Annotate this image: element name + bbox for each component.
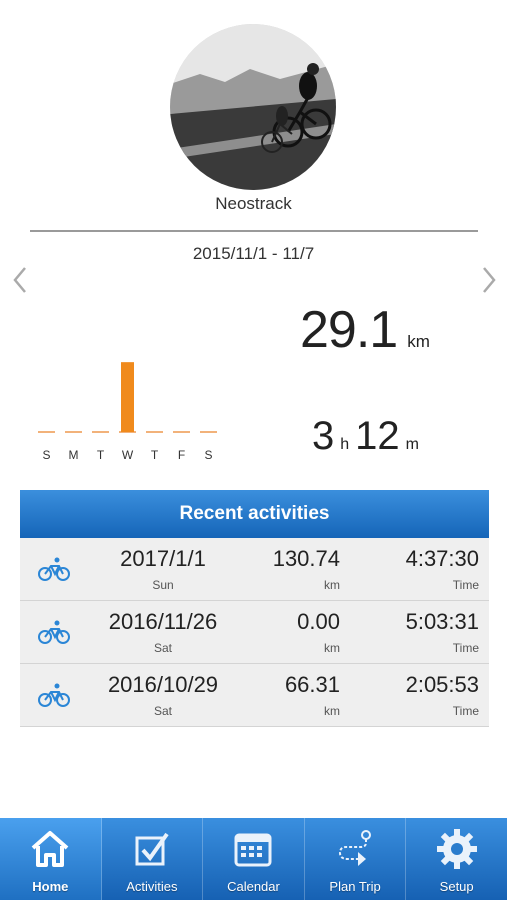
week-range: 2015/11/1 - 11/7 <box>192 244 315 263</box>
route-icon <box>339 830 372 866</box>
distance-value: 29.1 <box>300 301 398 359</box>
chart-day-label: S <box>204 448 212 462</box>
tab-plan-trip[interactable]: Plan Trip <box>305 818 407 900</box>
activity-time-label: Time <box>452 641 479 655</box>
activity-distance-label: km <box>324 704 340 718</box>
checkbox-icon <box>135 832 169 866</box>
activity-distance: 66.31 <box>284 672 340 697</box>
activity-time-label: Time <box>452 578 479 592</box>
activity-date: 2016/11/26 <box>108 609 218 634</box>
activity-row[interactable]: 2016/11/26 Sat 0.00 km 5:03:31 Time <box>20 601 489 664</box>
activity-day: Sat <box>153 641 172 655</box>
tab-calendar[interactable]: Calendar <box>203 818 305 900</box>
recent-activities: Recent activities 2017/1/1 Sun 130.74 km 4:3… <box>20 490 489 727</box>
activity-distance: 130.74 <box>272 546 340 571</box>
activity-time: 2:05:53 <box>405 672 479 697</box>
minutes-unit: m <box>405 436 419 453</box>
chart-day-label: M <box>69 448 79 462</box>
gear-icon <box>436 829 477 869</box>
previous-week-arrow-icon[interactable] <box>8 262 32 298</box>
chart-day-label: T <box>151 448 159 462</box>
weekly-time: 3 h 12 m <box>312 414 425 459</box>
bike-icon <box>37 682 71 708</box>
distance-unit: km <box>407 332 430 351</box>
hours-unit: h <box>340 436 350 453</box>
home-icon <box>31 831 69 867</box>
tab-activities[interactable]: Activities <box>102 818 204 900</box>
activity-row[interactable]: 2017/1/1 Sun 130.74 km 4:37:30 Time <box>20 538 489 601</box>
tab-calendar-label: Calendar <box>227 879 280 894</box>
activity-time: 4:37:30 <box>405 546 479 571</box>
profile-avatar[interactable] <box>170 24 336 190</box>
tab-home-label: Home <box>32 879 69 894</box>
activity-time: 5:03:31 <box>405 609 479 634</box>
tab-bar: Home Activities Calendar Plan Trip Setup <box>0 818 507 900</box>
chart-day-label: T <box>97 448 105 462</box>
tab-plan-trip-label: Plan Trip <box>329 879 381 894</box>
chart-day-label: S <box>42 448 50 462</box>
weekly-distance: 29.1 km <box>300 300 430 360</box>
activity-date: 2016/10/29 <box>107 672 219 697</box>
activity-time-label: Time <box>452 704 479 718</box>
tab-activities-label: Activities <box>126 879 178 894</box>
tab-home[interactable]: Home <box>0 818 102 900</box>
activity-distance-label: km <box>324 578 340 592</box>
weekly-distance-chart: SMTWTFS <box>38 362 217 462</box>
bike-icon <box>37 556 71 582</box>
hours-value: 3 <box>312 414 335 458</box>
activity-day: Sun <box>152 578 174 592</box>
recent-activities-header: Recent activities <box>20 490 489 538</box>
activity-row[interactable]: 2016/10/29 Sat 66.31 km 2:05:53 Time <box>20 664 489 727</box>
bike-icon <box>37 619 71 645</box>
activity-date: 2017/1/1 <box>120 546 206 571</box>
chart-day-label: F <box>178 448 185 462</box>
username: Neostrack <box>215 194 292 213</box>
tab-setup[interactable]: Setup <box>406 818 507 900</box>
chart-bar <box>121 362 134 432</box>
activity-distance-label: km <box>324 641 340 655</box>
divider <box>30 230 478 232</box>
tab-setup-label: Setup <box>439 879 474 894</box>
calendar-icon <box>234 833 272 867</box>
chart-day-label: W <box>122 448 134 462</box>
minutes-value: 12 <box>355 414 400 458</box>
activity-distance: 0.00 <box>297 609 340 634</box>
activity-day: Sat <box>153 704 172 718</box>
next-week-arrow-icon[interactable] <box>477 262 501 298</box>
